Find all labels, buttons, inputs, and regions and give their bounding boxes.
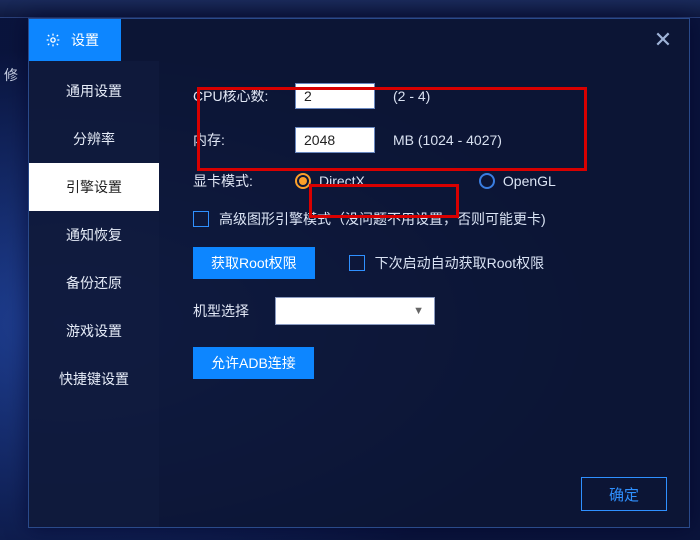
memory-label: 内存:	[193, 130, 283, 150]
gpu-radio-directx[interactable]: DirectX	[295, 173, 365, 189]
sidebar-item-label: 通知恢复	[66, 225, 122, 245]
sidebar-item-label: 快捷键设置	[59, 369, 129, 389]
sidebar-item-label: 分辨率	[73, 129, 115, 149]
checkbox-label: 高级图形引擎模式（没问题不用设置，否则可能更卡)	[219, 209, 546, 229]
gear-icon	[45, 32, 61, 48]
radio-unselected-icon	[479, 173, 495, 189]
cpu-range: (2 - 4)	[393, 88, 430, 104]
sidebar-item-general[interactable]: 通用设置	[29, 67, 159, 115]
cpu-cores-input[interactable]	[295, 83, 375, 109]
title-tab: 设置	[29, 19, 121, 61]
radio-selected-icon	[295, 173, 311, 189]
radio-label: DirectX	[319, 173, 365, 189]
model-label: 机型选择	[193, 301, 263, 321]
sidebar-item-hotkey[interactable]: 快捷键设置	[29, 355, 159, 403]
checkbox-icon	[349, 255, 365, 271]
titlebar: 设置 ✕	[29, 19, 689, 61]
auto-root-checkbox[interactable]: 下次启动自动获取Root权限	[349, 253, 545, 273]
chevron-down-icon: ▼	[413, 305, 424, 317]
content-panel: CPU核心数: (2 - 4) 内存: MB (1024 - 4027) 显卡模…	[159, 61, 689, 527]
radio-label: OpenGL	[503, 173, 556, 189]
sidebar: 通用设置 分辨率 引擎设置 通知恢复 备份还原 游戏设置 快捷键设置	[29, 61, 159, 527]
sidebar-item-notify[interactable]: 通知恢复	[29, 211, 159, 259]
cpu-label: CPU核心数:	[193, 86, 283, 106]
sidebar-item-label: 通用设置	[66, 81, 122, 101]
sidebar-item-label: 游戏设置	[66, 321, 122, 341]
sidebar-item-label: 引擎设置	[66, 177, 122, 197]
advanced-engine-checkbox[interactable]: 高级图形引擎模式（没问题不用设置，否则可能更卡)	[193, 209, 546, 229]
sidebar-item-resolution[interactable]: 分辨率	[29, 115, 159, 163]
sidebar-item-label: 备份还原	[66, 273, 122, 293]
sidebar-item-backup[interactable]: 备份还原	[29, 259, 159, 307]
model-select[interactable]: ▼	[275, 297, 435, 325]
memory-range: MB (1024 - 4027)	[393, 132, 502, 148]
get-root-button[interactable]: 获取Root权限	[193, 247, 315, 279]
memory-input[interactable]	[295, 127, 375, 153]
checkbox-icon	[193, 211, 209, 227]
settings-dialog: 设置 ✕ 通用设置 分辨率 引擎设置 通知恢复 备份还原 游戏设置 快捷键设置 …	[28, 18, 690, 528]
gpu-radio-opengl[interactable]: OpenGL	[479, 173, 556, 189]
gpu-mode-label: 显卡模式:	[193, 171, 283, 191]
allow-adb-button[interactable]: 允许ADB连接	[193, 347, 314, 379]
close-icon[interactable]: ✕	[651, 27, 675, 53]
background-label: 修	[4, 65, 18, 85]
ok-button[interactable]: 确定	[581, 477, 667, 511]
sidebar-item-engine[interactable]: 引擎设置	[29, 163, 159, 211]
dialog-title: 设置	[71, 30, 99, 50]
sidebar-item-game[interactable]: 游戏设置	[29, 307, 159, 355]
checkbox-label: 下次启动自动获取Root权限	[375, 253, 545, 273]
